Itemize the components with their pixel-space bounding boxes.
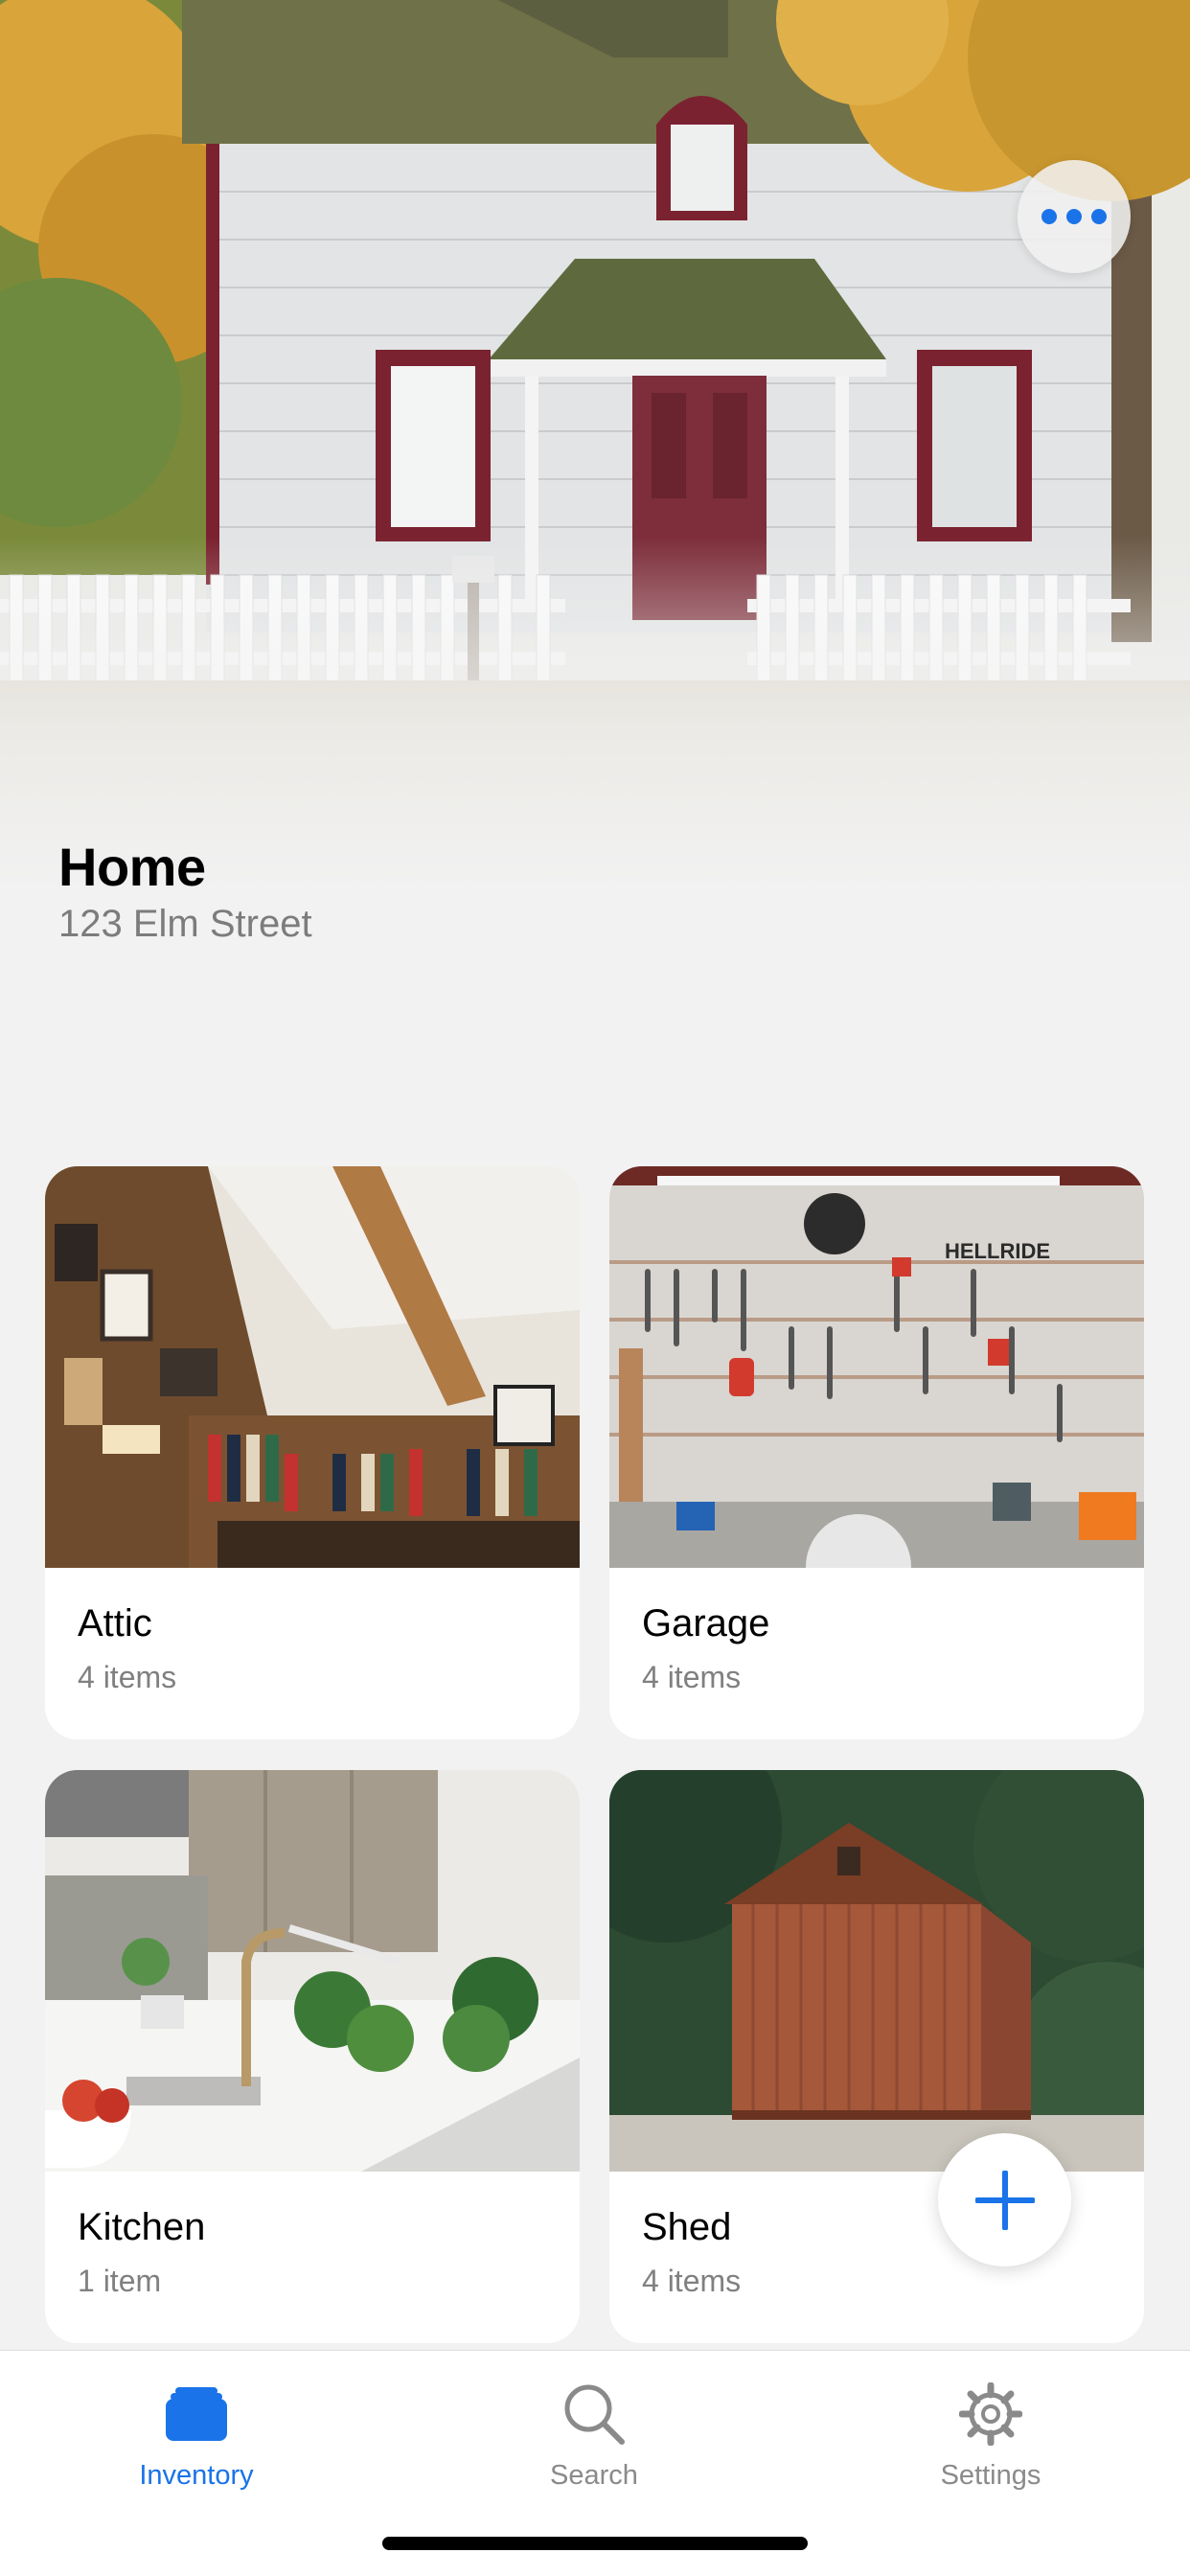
add-location-button[interactable] xyxy=(938,2133,1071,2266)
tab-label: Settings xyxy=(940,2460,1041,2491)
location-card-shed[interactable]: Shed 4 items xyxy=(609,1770,1144,2343)
card-title: Garage xyxy=(642,1602,770,1644)
tab-label: Inventory xyxy=(139,2460,254,2491)
page-subtitle-address: 123 Elm Street xyxy=(58,903,312,945)
card-item-count: 4 items xyxy=(642,2264,742,2298)
location-card-garage[interactable]: HELLRIDE Garage 4 items xyxy=(609,1166,1144,1739)
tab-settings[interactable]: Settings xyxy=(847,2366,1134,2510)
garage-photo: HELLRIDE xyxy=(609,1166,1144,1568)
card-title: Kitchen xyxy=(78,2206,206,2248)
card-title: Attic xyxy=(78,1602,152,1644)
ellipsis-dot xyxy=(1066,209,1082,224)
hellride-sign: HELLRIDE xyxy=(945,1239,1050,1263)
attic-photo xyxy=(45,1166,580,1568)
ellipsis-dot xyxy=(1091,209,1107,224)
card-item-count: 4 items xyxy=(642,1660,742,1694)
kitchen-photo xyxy=(45,1770,580,2172)
home-indicator xyxy=(382,2537,808,2550)
more-options-button[interactable] xyxy=(1018,160,1131,273)
hero-image xyxy=(0,0,1190,958)
inventory-icon xyxy=(158,2376,235,2452)
location-card-attic[interactable]: Attic 4 items xyxy=(45,1166,580,1739)
tab-label: Search xyxy=(550,2460,638,2491)
search-icon xyxy=(556,2376,632,2452)
card-item-count: 4 items xyxy=(78,1660,177,1694)
plus-icon xyxy=(974,2170,1035,2230)
shed-photo xyxy=(609,1770,1144,2172)
tab-search[interactable]: Search xyxy=(450,2366,738,2510)
page-title: Home xyxy=(58,837,206,897)
gear-icon xyxy=(952,2376,1029,2452)
ellipsis-icon xyxy=(1041,209,1057,224)
card-item-count: 1 item xyxy=(78,2264,162,2298)
card-title: Shed xyxy=(642,2206,732,2248)
location-card-kitchen[interactable]: Kitchen 1 item xyxy=(45,1770,580,2343)
tab-inventory[interactable]: Inventory xyxy=(53,2366,340,2510)
